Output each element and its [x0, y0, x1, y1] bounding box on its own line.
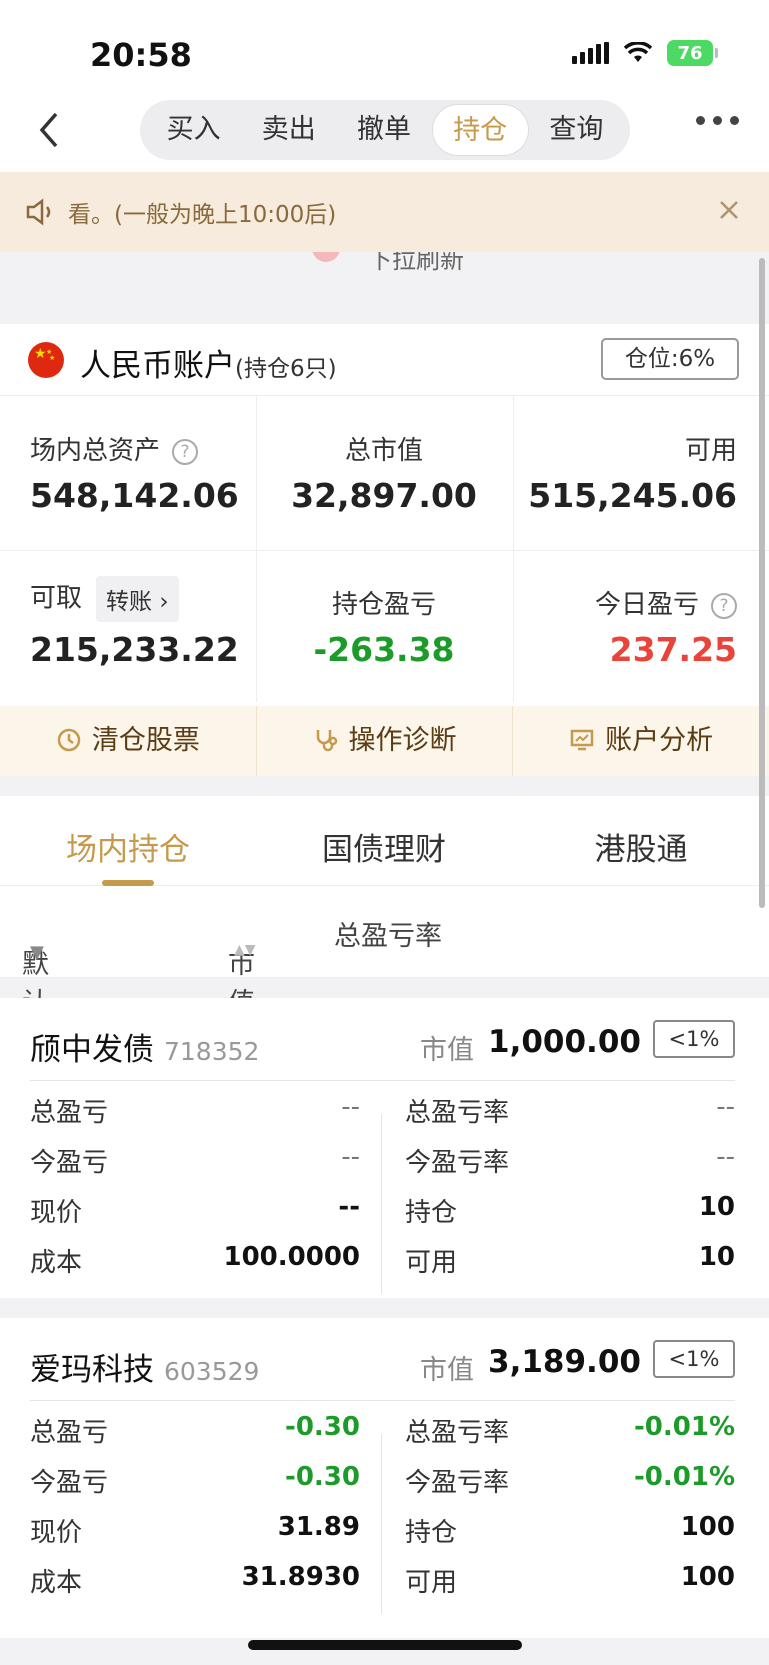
stock-code: 718352 — [164, 1037, 260, 1066]
battery-icon: 76 — [667, 40, 718, 66]
stat-available: 可用 515,245.06 — [528, 436, 737, 515]
today-pl-row: 今盈亏 -0.30 — [30, 1462, 360, 1498]
stock-name: 爱玛科技 603529 — [30, 1352, 260, 1388]
caret-down-icon: ▼ — [30, 942, 44, 963]
sort-bar: 默认排序 ▼ 市值▲▼ 总盈亏率 — [0, 886, 769, 1097]
total-pl-rate-row: 总盈亏率 -- — [405, 1092, 735, 1128]
price-row: 现价 31.89 — [30, 1512, 360, 1548]
transfer-button[interactable]: 转账 › — [96, 576, 179, 622]
account-analysis-button[interactable]: 账户分析 — [513, 706, 769, 776]
status-time: 20:58 — [90, 36, 192, 74]
status-icons: 76 — [572, 40, 718, 66]
notice-bar: 看。(一般为晚上10:00后) — [0, 172, 769, 252]
sort-arrows-icon: ▲▼ — [234, 942, 256, 958]
clock-icon — [57, 728, 81, 752]
cost-row: 成本 100.0000 — [30, 1242, 360, 1278]
market-value-label: 市值 — [420, 1355, 474, 1386]
tab-bond-finance[interactable]: 国债理财 — [256, 824, 512, 869]
help-icon[interactable]: ? — [711, 592, 737, 619]
position-pct-badge: <1% — [653, 1340, 735, 1378]
holding-row: 持仓 10 — [405, 1192, 735, 1228]
available-row: 可用 100 — [405, 1562, 735, 1598]
position-pct-badge: <1% — [653, 1020, 735, 1058]
account-header: ★ ★ ★ 人民币账户(持仓6只) 仓位:6% — [0, 324, 769, 396]
pull-refresh: 下拉刷新 — [0, 252, 769, 324]
tab-holdings[interactable]: 持仓 — [431, 104, 529, 156]
holding-card[interactable]: 爱玛科技 603529 市值 3,189.00 <1% 总盈亏 -0.30 今盈亏 -… — [0, 1318, 769, 1638]
total-pl-row: 总盈亏 -- — [30, 1092, 360, 1128]
chart-monitor-icon — [570, 729, 594, 751]
position-badge[interactable]: 仓位:6% — [601, 338, 739, 380]
refresh-icon — [312, 252, 340, 262]
back-button[interactable] — [34, 110, 64, 150]
tab-query[interactable]: 查询 — [529, 104, 624, 156]
tab-exchange-holdings[interactable]: 场内持仓 — [0, 824, 256, 869]
today-pl-rate-row: 今盈亏率 -0.01% — [405, 1462, 735, 1498]
scrollbar[interactable] — [759, 258, 765, 908]
tab-cancel[interactable]: 撤单 — [336, 104, 431, 156]
nav-bar: 买入 卖出 撤单 持仓 查询 — [0, 88, 769, 172]
holding-count: (持仓6只) — [235, 356, 337, 382]
stock-name: 颀中发债 718352 — [30, 1032, 260, 1068]
price-row: 现价 -- — [30, 1192, 360, 1228]
speaker-icon — [26, 198, 51, 226]
holdings-tabs: 场内持仓 国债理财 港股通 — [0, 796, 769, 886]
home-indicator[interactable] — [248, 1640, 522, 1650]
chevron-left-icon — [39, 112, 58, 148]
notice-text: 看。(一般为晚上10:00后) — [68, 202, 337, 228]
cost-row: 成本 31.8930 — [30, 1562, 360, 1598]
market-value: 1,000.00 — [488, 1024, 641, 1060]
stethoscope-icon — [316, 730, 337, 752]
sort-total-pl-rate[interactable]: 总盈亏率 — [334, 914, 442, 953]
market-value-label: 市值 — [420, 1035, 474, 1066]
help-icon[interactable]: ? — [172, 438, 199, 465]
tab-buy[interactable]: 买入 — [146, 104, 241, 156]
stat-market-value: 总市值 32,897.00 — [291, 436, 477, 515]
stat-total-assets: 场内总资产? 548,142.06 — [30, 436, 239, 515]
close-icon[interactable] — [713, 194, 745, 226]
more-button[interactable] — [696, 116, 739, 125]
today-pl-row: 今盈亏 -- — [30, 1142, 360, 1178]
signal-icon — [572, 42, 609, 64]
tab-hk-connect[interactable]: 港股通 — [513, 824, 769, 869]
stat-withdrawable: 可取 转账 › 215,233.22 — [0, 550, 256, 704]
clear-stocks-button[interactable]: 清仓股票 — [0, 706, 257, 776]
action-bar: 清仓股票 操作诊断 账户分析 — [0, 706, 769, 776]
account-stats: 场内总资产? 548,142.06 总市值 32,897.00 可用 515,2… — [0, 396, 769, 706]
tab-sell[interactable]: 卖出 — [241, 104, 336, 156]
holding-card[interactable]: 颀中发债 718352 市值 1,000.00 <1% 总盈亏 -- 今盈亏 -- 现… — [0, 998, 769, 1298]
diagnosis-button[interactable]: 操作诊断 — [257, 706, 514, 776]
account-title: 人民币账户(持仓6只) — [80, 348, 337, 384]
refresh-text: 下拉刷新 — [368, 252, 464, 274]
trade-segmented-control: 买入 卖出 撤单 持仓 查询 — [140, 100, 630, 160]
total-pl-rate-row: 总盈亏率 -0.01% — [405, 1412, 735, 1448]
holding-row: 持仓 100 — [405, 1512, 735, 1548]
wifi-icon — [623, 42, 653, 62]
stat-holding-pl: 持仓盈亏 -263.38 — [313, 590, 455, 669]
stock-code: 603529 — [164, 1357, 260, 1386]
china-flag-icon: ★ ★ ★ — [28, 342, 64, 378]
today-pl-rate-row: 今盈亏率 -- — [405, 1142, 735, 1178]
stat-today-pl: 今日盈亏? 237.25 — [594, 590, 737, 669]
market-value: 3,189.00 — [488, 1344, 641, 1380]
total-pl-row: 总盈亏 -0.30 — [30, 1412, 360, 1448]
available-row: 可用 10 — [405, 1242, 735, 1278]
